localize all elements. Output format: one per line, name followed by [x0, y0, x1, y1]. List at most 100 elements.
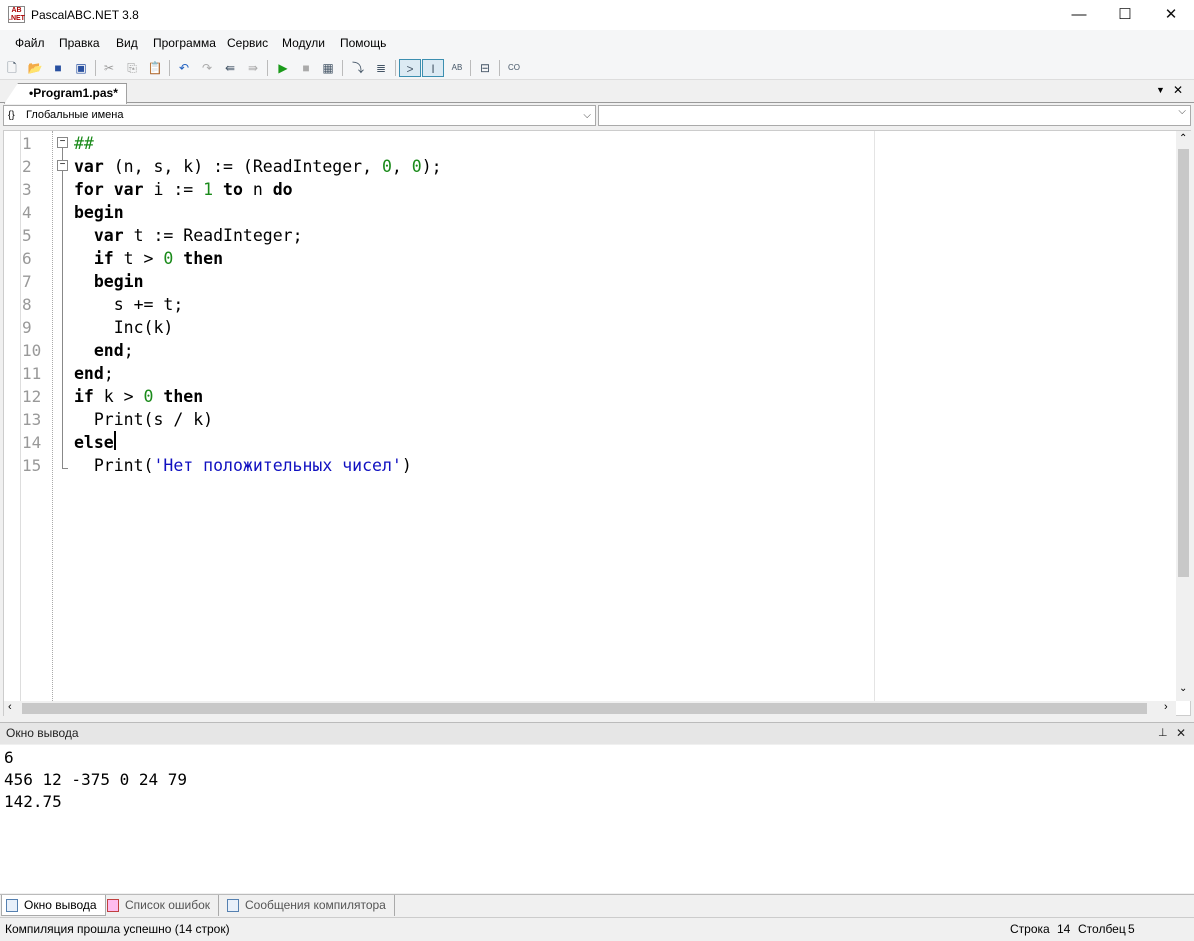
code-line[interactable]: if k > 0 then [74, 385, 203, 408]
menu-view[interactable]: Вид [116, 36, 138, 50]
fold-guide-end [62, 468, 68, 469]
code-token: 'Нет положительных чисел' [153, 456, 402, 475]
code-line[interactable]: end; [74, 339, 134, 362]
line-number: 8 [22, 295, 32, 314]
member-dropdown[interactable]: ⌵ [598, 105, 1191, 126]
scope-dropdown[interactable]: {} Глобальные имена ⌵ [3, 105, 596, 126]
code-token: (n, s, k) := (ReadInteger, [103, 157, 382, 176]
line-number: 7 [22, 272, 32, 291]
code-line[interactable]: Inc(k) [74, 316, 174, 339]
undo-icon[interactable]: ↶ [175, 59, 193, 77]
save-icon[interactable]: ■ [49, 59, 67, 77]
right-margin-line [874, 131, 875, 701]
minimize-button[interactable]: — [1056, 0, 1102, 30]
menu-help[interactable]: Помощь [340, 36, 386, 50]
bottom-tabs: Окно вывода Список ошибок Сообщения комп… [0, 894, 1194, 916]
menu-modules[interactable]: Модули [282, 36, 325, 50]
tab-program1[interactable]: •Program1.pas* [4, 83, 127, 104]
cut-icon[interactable]: ✂ [100, 59, 118, 77]
code-line[interactable]: Print(s / k) [74, 408, 213, 431]
fold-guide [62, 148, 63, 469]
code-line[interactable]: begin [74, 201, 124, 224]
format-icon[interactable]: AB [448, 59, 466, 77]
new-file-icon[interactable]: 🗋 [3, 59, 21, 77]
code-editor[interactable]: − − 1 ## 2 var (n, s, k) := (ReadInteger, 0… [3, 130, 1191, 716]
code-token: if [74, 387, 94, 406]
copy-icon[interactable]: ⎘ [123, 59, 141, 77]
scroll-left-icon[interactable]: ‹ [8, 701, 12, 713]
code-line[interactable]: for var i := 1 to n do [74, 178, 293, 201]
menu-program[interactable]: Программа [153, 36, 216, 50]
output-line: 6 [4, 748, 14, 767]
code-line[interactable]: Print('Нет положительных чисел') [74, 454, 412, 477]
code-token: ## [74, 134, 94, 153]
code-token: else [74, 433, 114, 452]
tab-close-icon[interactable]: ✕ [1173, 83, 1183, 97]
fold-toggle-icon[interactable]: − [57, 137, 68, 148]
open-icon[interactable]: 📂 [26, 59, 44, 77]
scroll-right-icon[interactable]: › [1164, 701, 1168, 713]
menu-edit[interactable]: Правка [59, 36, 100, 50]
navigate-back-icon[interactable]: ⇚ [221, 59, 239, 77]
scroll-up-icon[interactable]: ⌃ [1179, 133, 1187, 144]
stop-icon[interactable]: ■ [297, 59, 315, 77]
text-toggle-icon[interactable]: I [422, 59, 444, 77]
messages-icon [227, 899, 239, 912]
code-token: var [74, 157, 104, 176]
debug-icon[interactable]: ▦ [319, 59, 337, 77]
step-into-icon[interactable]: ⤵ [349, 59, 367, 77]
code-line[interactable]: ## [74, 132, 94, 155]
maximize-button[interactable]: ☐ [1102, 0, 1148, 30]
navigate-forward-icon[interactable]: ⇛ [244, 59, 262, 77]
fold-divider [52, 131, 53, 701]
paste-icon[interactable]: 📋 [146, 59, 164, 77]
output-toggle-icon[interactable]: > [399, 59, 421, 77]
code-token: k > [93, 387, 144, 406]
code-token: var [113, 180, 144, 199]
line-number: 14 [22, 433, 42, 452]
code-template-icon[interactable]: ⊟ [476, 59, 494, 77]
code-snippet-icon[interactable]: CO [505, 59, 523, 77]
line-number: 4 [22, 203, 32, 222]
redo-icon[interactable]: ↷ [198, 59, 216, 77]
tab-compiler-messages[interactable]: Сообщения компилятора [223, 895, 395, 916]
code-line[interactable]: s += t; [74, 293, 184, 316]
code-token: , [391, 157, 412, 176]
app-logo-icon: AB .NET [8, 6, 25, 23]
panel-close-icon[interactable]: ✕ [1176, 723, 1186, 743]
scroll-thumb[interactable] [1178, 149, 1189, 577]
menu-bar: Файл Правка Вид Программа Сервис Модули … [0, 30, 1194, 55]
menu-service[interactable]: Сервис [227, 36, 268, 50]
code-line[interactable]: begin [74, 270, 144, 293]
vertical-scrollbar[interactable]: ⌃ ⌄ [1176, 131, 1191, 701]
gutter-divider [20, 131, 21, 701]
pin-icon[interactable]: ⊥ [1158, 723, 1168, 743]
run-icon[interactable]: ▶ [274, 59, 292, 77]
save-all-icon[interactable]: ▣ [72, 59, 90, 77]
code-token: ; [123, 341, 134, 360]
code-line[interactable]: var (n, s, k) := (ReadInteger, 0, 0); [74, 155, 442, 178]
output-window[interactable]: 6 456 12 -375 0 24 79 142.75 [0, 745, 1194, 893]
code-line[interactable]: if t > 0 then [74, 247, 223, 270]
menu-file[interactable]: Файл [15, 36, 45, 50]
code-token: ); [421, 157, 442, 176]
tab-output-window[interactable]: Окно вывода [1, 895, 106, 916]
step-over-icon[interactable]: ≣ [372, 59, 390, 77]
chevron-down-icon: ⌵ [1178, 106, 1186, 117]
code-line[interactable]: var t := ReadInteger; [74, 224, 303, 247]
tab-error-list[interactable]: Список ошибок [103, 895, 220, 916]
fold-toggle-icon[interactable]: − [57, 160, 68, 171]
horizontal-scrollbar[interactable]: ‹ › [4, 701, 1176, 716]
code-line[interactable]: end; [74, 362, 114, 385]
tab-list-icon[interactable]: ▼ [1156, 85, 1165, 95]
code-line[interactable]: else [74, 431, 114, 454]
tab-label: Список ошибок [125, 898, 211, 912]
scroll-thumb[interactable] [22, 703, 1147, 714]
scope-value: Глобальные имена [26, 109, 124, 121]
scroll-down-icon[interactable]: ⌄ [1179, 683, 1187, 694]
close-button[interactable]: ✕ [1148, 0, 1194, 30]
